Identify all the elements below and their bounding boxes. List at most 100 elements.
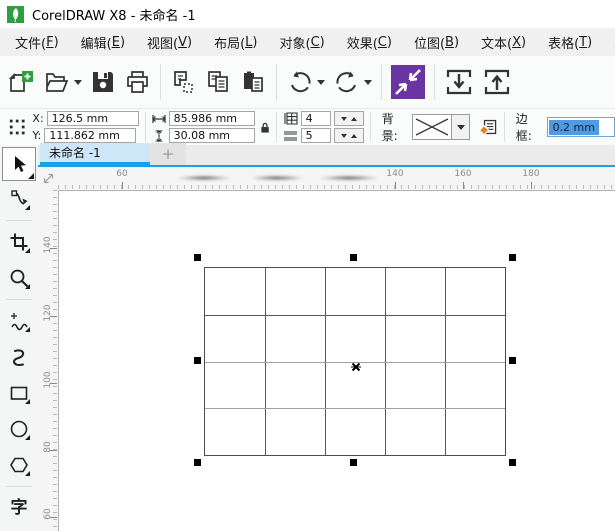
- rectangle-tool[interactable]: [0, 375, 38, 411]
- selection-handle-top-right[interactable]: [509, 254, 516, 261]
- propbar-separator: [145, 112, 146, 142]
- background-fill-dropdown[interactable]: [412, 114, 470, 140]
- standard-toolbar: [0, 56, 615, 108]
- border-width-value: 0.2 mm: [549, 120, 599, 135]
- new-document-button[interactable]: [5, 62, 40, 102]
- text-tool-glyph: 字: [11, 500, 28, 517]
- window-title: CorelDRAW X8 - 未命名 -1: [32, 5, 196, 24]
- vruler-label: 80: [43, 438, 53, 456]
- drawing-page[interactable]: [58, 190, 615, 531]
- redo-button[interactable]: [329, 62, 376, 102]
- open-folder-icon: [44, 69, 71, 96]
- open-button[interactable]: [40, 62, 86, 102]
- selection-handle-bottom-right[interactable]: [509, 459, 516, 466]
- undo-icon: [286, 68, 314, 96]
- vruler-major-tick: [50, 316, 57, 317]
- print-button[interactable]: [120, 62, 155, 102]
- zoom-tool[interactable]: [0, 260, 38, 296]
- border-label: 边框:: [516, 110, 542, 144]
- vruler-label: 120: [43, 304, 53, 322]
- text-tool[interactable]: 字: [0, 490, 38, 526]
- menu-text[interactable]: 文本(X): [470, 28, 537, 56]
- paste-button[interactable]: [236, 62, 271, 102]
- menu-file[interactable]: 文件(F): [4, 28, 70, 56]
- y-label: Y:: [32, 129, 41, 142]
- table-columns-input[interactable]: 5: [301, 128, 331, 143]
- ruler-origin[interactable]: [38, 167, 58, 190]
- shape-tool[interactable]: [0, 181, 38, 217]
- object-center-marker[interactable]: [351, 357, 361, 376]
- table-rows-spinner[interactable]: [334, 111, 364, 126]
- hruler-label: 160: [454, 169, 471, 179]
- horizontal-ruler[interactable]: 60 140 160 180: [58, 167, 615, 190]
- lock-ratio-icon[interactable]: [260, 121, 270, 134]
- x-position-input[interactable]: 126.5 mm: [47, 111, 139, 126]
- document-tab-bar: 未命名 -1 +: [38, 145, 615, 167]
- export-button[interactable]: [478, 62, 516, 102]
- selection-handle-middle-right[interactable]: [509, 357, 516, 364]
- undo-button[interactable]: [282, 62, 329, 102]
- menu-view[interactable]: 视图(V): [136, 28, 203, 56]
- freehand-tool[interactable]: [0, 303, 38, 339]
- y-position-input[interactable]: 111.862 mm: [44, 128, 136, 143]
- toolbar-separator: [381, 64, 382, 100]
- polygon-tool[interactable]: [0, 447, 38, 483]
- crop-tool[interactable]: [0, 224, 38, 260]
- redo-dropdown-caret[interactable]: [364, 80, 372, 85]
- new-tab-button[interactable]: +: [150, 143, 186, 165]
- undo-dropdown-caret[interactable]: [317, 80, 325, 85]
- selection-handle-bottom-middle[interactable]: [350, 459, 357, 466]
- vruler-major-tick: [50, 248, 57, 249]
- ruler-origin-icon: [42, 172, 55, 185]
- hruler-label: 60: [116, 169, 127, 179]
- open-dropdown-caret[interactable]: [74, 80, 82, 85]
- selection-handle-middle-left[interactable]: [194, 357, 201, 364]
- selection-handle-bottom-left[interactable]: [194, 459, 201, 466]
- hruler-major-tick: [531, 182, 532, 189]
- background-dropdown-caret[interactable]: [452, 114, 470, 140]
- object-height-input[interactable]: 30.08 mm: [169, 128, 255, 143]
- table-columns-spinner[interactable]: [334, 128, 364, 143]
- crop-icon: [9, 232, 29, 252]
- ruler-smudge: [320, 175, 378, 181]
- copy-button[interactable]: [201, 62, 236, 102]
- app-launcher-button[interactable]: [387, 62, 429, 102]
- menu-effects[interactable]: 效果(C): [336, 28, 403, 56]
- object-width-input[interactable]: 85.986 mm: [169, 111, 255, 126]
- selection-handle-top-middle[interactable]: [350, 254, 357, 261]
- toolbox: 字: [0, 145, 38, 531]
- curve-tool[interactable]: [0, 339, 38, 375]
- ruler-minor-ticks: [53, 190, 57, 531]
- propbar-separator: [370, 112, 371, 142]
- save-button[interactable]: [86, 62, 120, 102]
- background-label: 背景:: [382, 110, 408, 144]
- ellipse-tool[interactable]: [0, 411, 38, 447]
- menu-tools[interactable]: 工具(O): [603, 28, 615, 56]
- edit-fill-icon[interactable]: [479, 117, 497, 137]
- toolbar-separator: [434, 64, 435, 100]
- menu-layout[interactable]: 布局(L): [203, 28, 268, 56]
- vertical-ruler[interactable]: 140 120 100 80 60: [38, 190, 58, 531]
- pick-tool[interactable]: [2, 147, 36, 181]
- selection-handle-top-left[interactable]: [194, 254, 201, 261]
- print-icon: [124, 69, 151, 96]
- import-button[interactable]: [440, 62, 478, 102]
- menu-edit[interactable]: 编辑(E): [70, 28, 136, 56]
- cut-button[interactable]: [166, 62, 201, 102]
- toolbox-separator: [6, 220, 32, 221]
- menu-table[interactable]: 表格(T): [537, 28, 603, 56]
- pick-arrow-icon: [9, 154, 29, 174]
- hruler-label: 180: [522, 169, 539, 179]
- hruler-label: 140: [386, 169, 403, 179]
- table-rows-input[interactable]: 4: [301, 111, 331, 126]
- hruler-major-tick: [463, 182, 464, 189]
- object-width-icon: [152, 114, 166, 124]
- toolbar-separator: [276, 64, 277, 100]
- border-width-input[interactable]: 0.2 mm: [547, 117, 615, 137]
- menu-object[interactable]: 对象(C): [268, 28, 335, 56]
- object-height-icon: [152, 130, 166, 142]
- object-position-icon: [8, 117, 26, 137]
- propbar-separator: [276, 112, 277, 142]
- document-tab-active[interactable]: 未命名 -1: [40, 143, 150, 165]
- menu-bitmaps[interactable]: 位图(B): [403, 28, 470, 56]
